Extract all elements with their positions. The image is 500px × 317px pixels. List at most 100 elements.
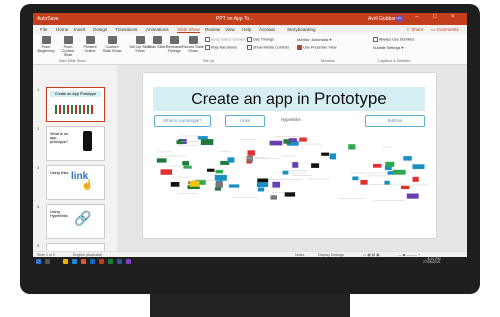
slide-thumbnail-1[interactable]: Create an App Prototype [46,87,105,122]
flow-block [412,164,425,170]
hyperlinks-label[interactable]: Hyperlinks [281,117,301,122]
subtitle-settings-button[interactable]: Subtitle Settings ▾ [373,45,403,50]
monitor-select[interactable]: Monitor: Automatic ▾ [297,37,331,42]
links-button[interactable]: Links [225,115,265,127]
tab-view[interactable]: View [225,27,235,32]
presenter-view-checkbox[interactable]: Use Presenter View [297,45,336,50]
flow-block [247,150,255,156]
tab-help[interactable]: Help [242,27,251,32]
edge-icon[interactable] [72,258,77,264]
custom-show-label: Custom Slide Show [102,45,122,53]
chrome-icon[interactable] [81,258,86,264]
tab-design[interactable]: Design [93,27,107,32]
flow-block [156,158,167,163]
custom-show-icon [107,36,117,44]
search-icon[interactable] [45,258,50,264]
use-timings-checkbox[interactable]: Use Timings [247,37,274,42]
present-online-button[interactable]: Present Online [79,36,101,53]
title-bar: AutoSave PPT on App To... Avril Gubbard … [33,13,467,25]
prototype-flow-graphic [156,135,428,201]
flow-block [256,182,269,187]
outlook-icon[interactable] [90,258,95,264]
record-button[interactable]: Record Slide Show [182,36,204,53]
flow-block [284,192,296,197]
show-media-label: Show Media Controls [253,45,290,50]
teams-icon[interactable] [126,258,131,264]
slide-title[interactable]: Create an app in Prototype [153,87,425,111]
record-icon [188,36,198,44]
flow-block [387,171,394,175]
slide-title-part-1: Create an app in [191,91,310,108]
flow-block [257,187,265,192]
play-narrations-checkbox[interactable]: Play Narrations [205,45,237,50]
flow-block [183,165,192,169]
tab-insert[interactable]: Insert [74,27,86,32]
flow-block [197,136,208,140]
flow-block [160,169,173,175]
record-label: Record Slide Show [182,45,204,53]
clock[interactable]: 8:01 PM 27/09/2021 [423,257,441,264]
keep-updated-label: Keep Slides Updated [211,37,247,42]
tab-home[interactable]: Home [56,27,68,32]
flow-block [401,185,410,190]
what-is-prototype-button[interactable]: What is a prototype? [154,115,211,127]
flow-block [170,182,180,187]
flow-block [270,195,277,200]
play-narrations-label: Play Narrations [211,45,237,50]
comments-button[interactable]: ▭ Comments [431,27,459,33]
timer-icon [169,36,179,44]
flow-block [214,187,222,191]
windows-start-icon[interactable] [36,258,41,264]
tab-review[interactable]: Review [205,27,220,32]
tab-animations[interactable]: Animations [146,27,169,32]
tab-transitions[interactable]: Transitions [115,27,137,32]
thumb-number: 2 [37,126,40,131]
flow-block [215,181,223,188]
tab-slide-show[interactable]: Slide Show [177,27,200,33]
excel-icon[interactable] [108,258,113,264]
user-name[interactable]: Avril Gubbard [368,16,398,22]
always-subtitles-label: Always Use Subtitles [379,37,415,42]
slide-canvas[interactable]: Create an app in Prototype What is a pro… [143,73,436,238]
flow-block [412,176,419,182]
share-label: Share [411,27,424,32]
flow-block [176,140,183,145]
monitor-label: Monitor: [297,38,311,42]
ribbon-tabs: File Home Insert Design Transitions Anim… [33,25,467,34]
flow-block [352,176,359,181]
buttons-button[interactable]: Buttons [365,115,425,127]
slide-thumbnail-2[interactable]: What is an app prototype? [46,126,105,161]
maximize-icon[interactable]: □ [433,14,437,20]
rehearse-label: Rehearse Timings [165,45,183,53]
show-media-checkbox[interactable]: Show Media Controls [247,45,289,50]
powerpoint-icon[interactable] [99,258,104,264]
minimize-icon[interactable]: – [415,14,418,20]
flow-block [269,140,283,146]
from-current-label: From Current Slide [61,45,75,57]
flow-block [292,162,299,168]
avatar[interactable]: AG [396,15,403,22]
from-current-button[interactable]: From Current Slide [57,36,79,57]
present-online-label: Present Online [83,45,97,53]
close-icon[interactable]: × [451,14,455,20]
thumb-title: Create an App Prototype [50,91,101,97]
share-button[interactable]: ⇪ Share [406,27,423,33]
tab-storyboarding[interactable]: Storyboarding [287,27,316,32]
autosave-label[interactable]: AutoSave [37,16,59,22]
hide-icon [152,36,162,44]
custom-show-button[interactable]: Custom Slide Show [101,36,123,53]
slide-thumbnail-3[interactable]: Using links link ☝ [46,165,105,200]
word-icon[interactable] [117,258,122,264]
keep-updated-checkbox[interactable]: Keep Slides Updated [205,37,247,42]
flow-block [189,180,200,187]
flow-block [257,178,269,183]
from-beginning-button[interactable]: From Beginning [35,36,57,53]
flow-block [392,169,406,175]
tab-acrobat[interactable]: Acrobat [259,27,275,32]
always-subtitles-checkbox[interactable]: Always Use Subtitles [373,37,414,42]
tab-file[interactable]: File [40,27,47,32]
file-explorer-icon[interactable] [63,258,68,264]
slide-thumbnail-4[interactable]: Using Hyperlinks 🔗 [46,204,105,239]
thumb-number: 4 [37,204,40,209]
flow-block [182,161,190,166]
